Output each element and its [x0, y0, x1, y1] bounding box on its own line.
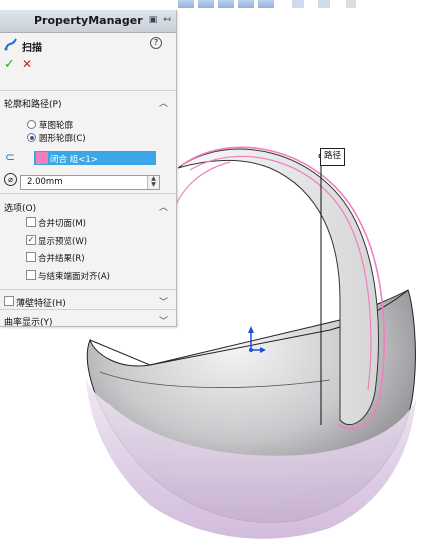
thin-feature-section[interactable]: 薄壁特征(H) ﹀ [0, 289, 176, 310]
section-title-profile-path: 轮廓和路径(P) [4, 100, 62, 110]
arrow-icon[interactable]: ↤ [162, 15, 172, 25]
path-selection-value: 闭合 组<1> [50, 155, 98, 165]
checkbox-merge-tangent-label: 合并切面(M) [38, 219, 86, 229]
property-manager-titlebar: PropertyManager ▣ ↤ [0, 10, 176, 33]
chevron-down-icon[interactable]: ﹀ [159, 314, 168, 327]
checkbox-thin-feature[interactable] [4, 296, 14, 306]
pin-icon[interactable]: ▣ [148, 15, 158, 25]
diameter-input[interactable]: 2.00mm ▲ ▼ [20, 175, 160, 190]
feature-title: 扫描 [22, 43, 42, 54]
curvature-display-section[interactable]: 曲率显示(Y) ﹀ [0, 309, 176, 328]
sweep-feature-icon [4, 37, 18, 54]
checkbox-show-preview-label: 显示预览(W) [38, 237, 88, 247]
radio-circle-profile-label: 圆形轮廓(C) [39, 134, 86, 144]
section-title-options: 选项(O) [4, 204, 37, 214]
path-marker-label[interactable]: 路径 [320, 148, 346, 166]
radio-sketch-profile[interactable] [27, 120, 36, 129]
curvature-display-label: 曲率显示(Y) [4, 318, 53, 328]
checkbox-align-end-faces-label: 与结束端面对齐(A) [38, 272, 110, 282]
chevron-down-icon[interactable]: ﹀ [159, 295, 168, 308]
panel-title: PropertyManager [34, 14, 143, 27]
toolbar-icons-strip [178, 0, 356, 8]
radio-sketch-profile-label: 草图轮廓 [39, 121, 74, 131]
diameter-icon: ⌀ [4, 173, 17, 186]
property-manager-panel: PropertyManager ▣ ↤ 扫描 ? ✓ ✕ 轮廓和路径(P) ︿ … [0, 10, 177, 328]
checkbox-merge-tangent[interactable] [26, 217, 36, 227]
diameter-spinner[interactable]: ▲ ▼ [147, 176, 159, 189]
chevron-up-icon[interactable]: ︿ [159, 96, 168, 109]
thin-feature-label: 薄壁特征(H) [16, 299, 66, 309]
help-icon[interactable]: ? [150, 37, 162, 49]
profile-color-swatch [36, 152, 48, 164]
chevron-up-icon[interactable]: ︿ [159, 200, 168, 213]
checkbox-merge-result[interactable] [26, 252, 36, 262]
ok-checkmark-icon[interactable]: ✓ [4, 57, 15, 72]
checkbox-merge-result-label: 合并结果(R) [38, 254, 85, 264]
radio-circle-profile[interactable] [27, 133, 36, 142]
diameter-value: 2.00mm [27, 177, 63, 187]
path-selection-icon: ⊂ [5, 150, 16, 164]
checkbox-show-preview[interactable]: ✓ [26, 235, 36, 245]
checkbox-align-end-faces[interactable] [26, 270, 36, 280]
cancel-x-icon[interactable]: ✕ [22, 57, 32, 71]
